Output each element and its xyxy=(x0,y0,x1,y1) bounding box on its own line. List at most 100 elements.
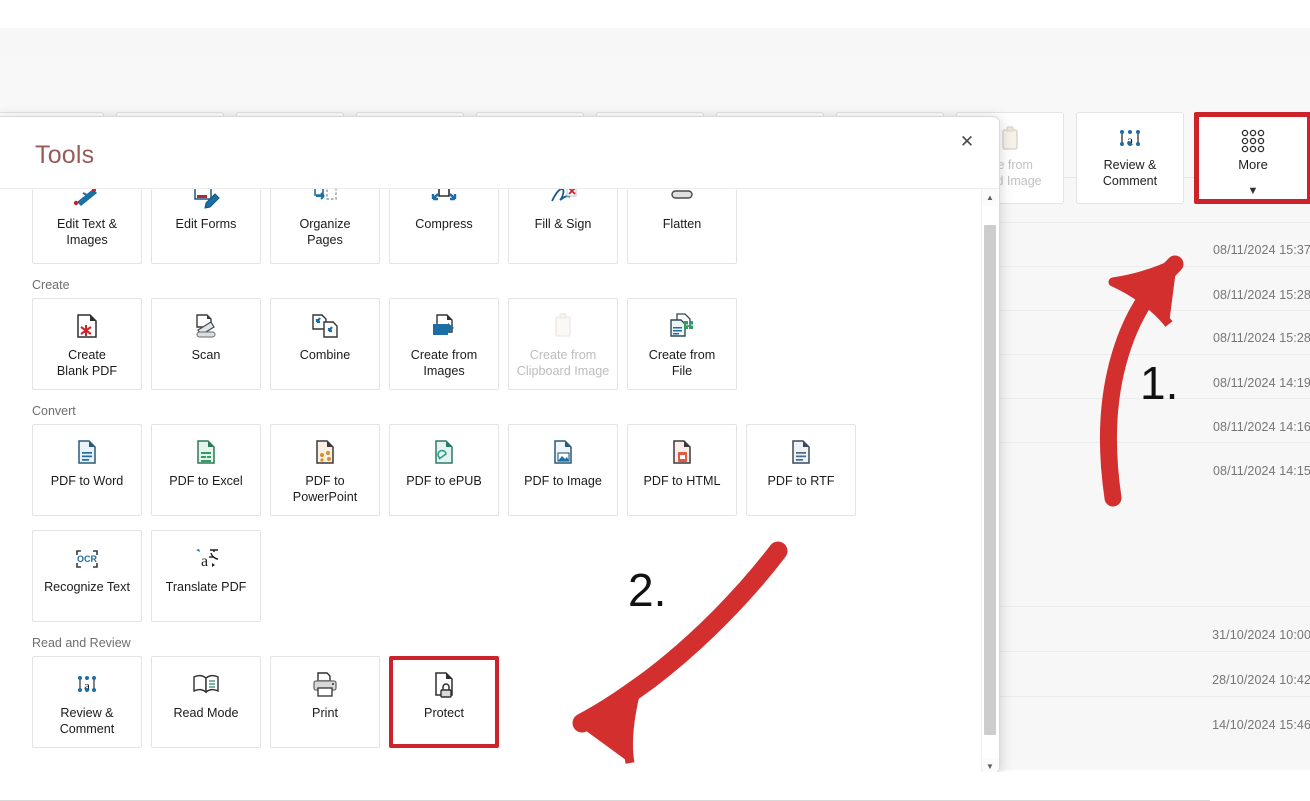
edit-text-images-icon xyxy=(71,189,103,213)
tool-tile-pdf-to-word[interactable]: PDF to Word xyxy=(32,424,142,516)
ribbon-label-review-1: Review & xyxy=(1104,157,1157,173)
ribbon-label-review-2: Comment xyxy=(1103,173,1157,189)
create-blank-pdf-icon xyxy=(71,311,103,343)
table-row-divider xyxy=(980,266,1310,267)
pdf-to-epub-icon xyxy=(428,437,460,469)
tool-tile-fill-sign[interactable]: Fill & Sign xyxy=(508,189,618,264)
tool-tile-label: PDF to Excel xyxy=(169,473,242,489)
tool-tile-label: Create xyxy=(68,347,106,363)
tool-tile-label: PDF to ePUB xyxy=(406,473,482,489)
tool-tile-row: OCRRecognize Text a Translate PDF xyxy=(32,530,967,622)
document-date: 08/11/2024 14:15 xyxy=(1213,464,1310,478)
document-date: 08/11/2024 15:28 xyxy=(1213,288,1310,302)
clipboard-icon xyxy=(547,311,579,343)
document-date: 08/11/2024 14:19 xyxy=(1213,376,1310,390)
tool-tile-organize-pages[interactable]: OrganizePages xyxy=(270,189,380,264)
tool-tile-label: Combine xyxy=(300,347,350,363)
tool-tile-protect[interactable]: Protect xyxy=(389,656,499,748)
tool-tile-label: Pages xyxy=(307,232,343,248)
tool-tile-label: Fill & Sign xyxy=(535,216,592,232)
create-from-images-icon xyxy=(428,311,460,343)
tool-tile-pdf-to-rtf[interactable]: PDF to RTF xyxy=(746,424,856,516)
tool-tile-label: Translate PDF xyxy=(166,579,247,595)
tool-tile-create-from-file[interactable]: Create fromFile xyxy=(627,298,737,390)
chevron-down-icon[interactable]: ▼ xyxy=(1248,183,1259,199)
annotation-step-1: 1. xyxy=(1140,356,1178,410)
tools-panel-header: Tools ✕ xyxy=(0,117,999,189)
tool-tile-label: Edit Text & xyxy=(57,216,117,232)
translate-icon: a xyxy=(190,543,222,575)
application-window: 08/11/2024 15:37 08/11/2024 15:28 08/11/20… xyxy=(0,28,1310,770)
tool-tile-compress[interactable]: Compress xyxy=(389,189,499,264)
document-date: 08/11/2024 15:37 xyxy=(1213,243,1310,257)
table-row-divider xyxy=(980,354,1310,355)
table-row-divider xyxy=(980,310,1310,311)
pdf-to-rtf-icon xyxy=(785,437,817,469)
fill-sign-icon xyxy=(547,189,579,213)
tool-tile-translate-pdf[interactable]: a Translate PDF xyxy=(151,530,261,622)
pdf-to-image-icon xyxy=(547,437,579,469)
table-row-divider xyxy=(980,606,1310,607)
tool-group-label: Read and Review xyxy=(32,636,967,650)
more-button[interactable]: More ▼ xyxy=(1194,112,1310,204)
tool-tile-label: PowerPoint xyxy=(293,489,357,505)
tool-tile-label: Create from xyxy=(530,347,597,363)
tool-tile-label: PDF to xyxy=(305,473,344,489)
tool-tile-scan[interactable]: Scan xyxy=(151,298,261,390)
tool-tile-print[interactable]: Print xyxy=(270,656,380,748)
tools-scroll-content: Edit Text &ImagesEdit FormsOrganizePages… xyxy=(0,189,967,774)
document-date: 08/11/2024 14:16 xyxy=(1213,420,1310,434)
annotation-arrow-1 xyxy=(1065,178,1215,508)
print-icon xyxy=(309,669,341,701)
svg-text:OCR: OCR xyxy=(77,554,98,564)
tool-tile-label: PDF to Word xyxy=(51,473,124,489)
tool-tile-create-blank-pdf[interactable]: CreateBlank PDF xyxy=(32,298,142,390)
tool-tile-label: Flatten xyxy=(663,216,702,232)
tool-tile-pdf-to-epub[interactable]: PDF to ePUB xyxy=(389,424,499,516)
top-white-margin xyxy=(0,0,1310,28)
bottom-white-margin xyxy=(0,772,1310,800)
scrollbar-thumb[interactable] xyxy=(984,225,996,735)
tool-tile-recognize-text[interactable]: OCRRecognize Text xyxy=(32,530,142,622)
read-mode-icon xyxy=(190,669,222,701)
tool-tile-pdf-to-excel[interactable]: PDF to Excel xyxy=(151,424,261,516)
tool-tile-label: Scan xyxy=(192,347,221,363)
tools-panel: Tools ✕ Edit Text &ImagesEdit FormsOrgan… xyxy=(0,116,1000,774)
tool-tile-row: aReview &Comment Read Mode Print Protect xyxy=(32,656,967,748)
scroll-up-arrow-icon[interactable]: ▲ xyxy=(982,189,998,206)
tool-tile-combine[interactable]: Combine xyxy=(270,298,380,390)
table-row-divider xyxy=(980,651,1310,652)
document-date: 08/11/2024 15:28 xyxy=(1213,331,1310,345)
review-comment-icon: a xyxy=(71,669,103,701)
table-row-divider xyxy=(980,696,1310,697)
review-comment-icon: a xyxy=(1113,123,1147,157)
tool-tile-create-from-images[interactable]: Create fromImages xyxy=(389,298,499,390)
table-row-divider xyxy=(980,222,1310,223)
tool-tile-label: Read Mode xyxy=(173,705,238,721)
close-icon[interactable]: ✕ xyxy=(949,127,985,157)
tool-tile-pdf-to-html[interactable]: PDF to HTML xyxy=(627,424,737,516)
ribbon-button-review-comment[interactable]: a Review & Comment xyxy=(1076,112,1184,204)
scan-icon xyxy=(190,311,222,343)
panel-scrollbar[interactable]: ▲ ▼ xyxy=(981,189,997,774)
tool-tile-flatten[interactable]: Flatten xyxy=(627,189,737,264)
tool-tile-row: PDF to WordPDF to ExcelPDF toPowerPointP… xyxy=(32,424,967,516)
tool-tile-read-mode[interactable]: Read Mode xyxy=(151,656,261,748)
tool-tile-label: Print xyxy=(312,705,338,721)
tool-tile-edit-text-images[interactable]: Edit Text &Images xyxy=(32,189,142,264)
table-row-divider xyxy=(980,442,1310,443)
tool-tile-pdf-to-powerpoint[interactable]: PDF toPowerPoint xyxy=(270,424,380,516)
tool-tile-label: Images xyxy=(423,363,464,379)
pdf-to-excel-icon xyxy=(190,437,222,469)
tool-tile-pdf-to-image[interactable]: PDF to Image xyxy=(508,424,618,516)
annotation-step-2: 2. xyxy=(628,563,666,617)
tool-tile-create-from-clipboard-image: Create fromClipboard Image xyxy=(508,298,618,390)
tool-tile-review-comment[interactable]: aReview &Comment xyxy=(32,656,142,748)
document-date: 14/10/2024 15:46 xyxy=(1212,718,1310,732)
tool-tile-edit-forms[interactable]: Edit Forms xyxy=(151,189,261,264)
pdf-to-word-icon xyxy=(71,437,103,469)
more-grid-icon xyxy=(1235,125,1271,157)
edit-forms-icon xyxy=(190,189,222,213)
combine-icon xyxy=(309,311,341,343)
tool-tile-label: Blank PDF xyxy=(57,363,117,379)
